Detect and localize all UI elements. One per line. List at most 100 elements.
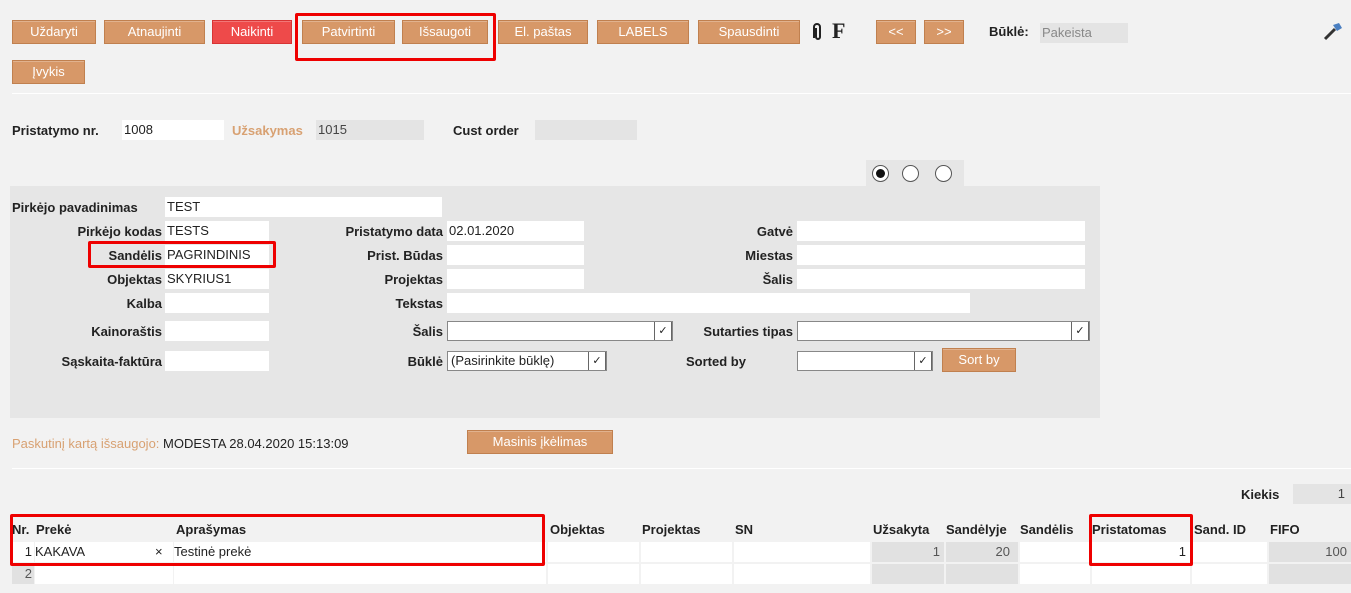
delivery-no-field[interactable]: 1008 [122, 120, 224, 140]
cancel-button[interactable]: Naikinti [212, 20, 292, 44]
cust-order-field [535, 120, 637, 140]
invoice-field[interactable] [165, 351, 269, 371]
pricelist-label: Kainoraštis [91, 324, 162, 339]
view-radio-3[interactable] [935, 165, 952, 182]
invoice-label: Sąskaita-faktūra [61, 354, 162, 369]
row1-ordered: 1 [872, 542, 944, 562]
row1-object[interactable] [548, 542, 639, 562]
item-description-highlight [10, 514, 545, 566]
row2-ordered [872, 564, 944, 584]
row1-fifo: 100 [1269, 542, 1351, 562]
print-button[interactable]: Spausdinti [698, 20, 800, 44]
last-saved-value: MODESTA 28.04.2020 15:13:09 [163, 436, 349, 451]
chevron-down-icon: ✓ [588, 352, 606, 370]
delivery-date-label: Pristatymo data [345, 224, 443, 239]
row1-project[interactable] [641, 542, 732, 562]
delivering-highlight [1089, 514, 1193, 566]
row2-wh-id[interactable] [1192, 564, 1267, 584]
city-label: Miestas [745, 248, 793, 263]
status-field-label: Būklė [407, 354, 443, 369]
street-label: Gatvė [756, 224, 793, 239]
buyer-code-field[interactable]: TESTS [165, 221, 269, 241]
email-button[interactable]: El. paštas [498, 20, 588, 44]
row2-delivering[interactable] [1092, 564, 1190, 584]
sort-by-button[interactable]: Sort by [942, 348, 1016, 372]
mass-import-button[interactable]: Masinis įkėlimas [467, 430, 613, 454]
divider [12, 468, 1351, 469]
contract-type-label: Sutarties tipas [703, 324, 793, 339]
buyer-name-label: Pirkėjo pavadinimas [12, 200, 138, 215]
event-button[interactable]: Įvykis [12, 60, 85, 84]
row2-description[interactable] [174, 564, 546, 584]
row2-nr: 2 [12, 564, 34, 584]
col-sn: SN [735, 522, 754, 537]
status-select-value: (Pasirinkite būklę) [451, 353, 555, 368]
pricelist-field[interactable] [165, 321, 269, 341]
row1-warehouse[interactable] [1020, 542, 1090, 562]
row2-sn[interactable] [734, 564, 870, 584]
delivery-method-field[interactable] [447, 245, 584, 265]
contract-type-select[interactable]: ✓ [797, 321, 1090, 341]
delivery-date-field[interactable]: 02.01.2020 [447, 221, 584, 241]
highlight-box [295, 13, 496, 61]
quantity-label: Kiekis [1241, 487, 1280, 502]
divider [12, 93, 1351, 94]
status-label: Būklė: [989, 24, 1029, 39]
buyer-code-label: Pirkėjo kodas [77, 224, 162, 239]
row2-object[interactable] [548, 564, 639, 584]
country-label: Šalis [412, 324, 443, 339]
last-saved-label: Paskutinį kartą išsaugojo: [12, 436, 160, 451]
quantity-field: 1 [1293, 484, 1351, 504]
sorted-by-select[interactable]: ✓ [797, 351, 933, 371]
row1-in-warehouse: 20 [946, 542, 1018, 562]
row2-in-warehouse [946, 564, 1018, 584]
delivery-method-label: Prist. Būdas [367, 248, 443, 263]
col-project: Projektas [642, 522, 701, 537]
object-field[interactable]: SKYRIUS1 [165, 269, 269, 289]
language-label: Kalba [126, 296, 162, 311]
order-no-field: 1015 [316, 120, 424, 140]
last-saved: Paskutinį kartą išsaugojo: MODESTA 28.04… [12, 436, 349, 451]
row1-wh-id[interactable] [1192, 542, 1267, 562]
f-icon[interactable]: F [832, 18, 845, 44]
chevron-down-icon: ✓ [1071, 322, 1089, 340]
status-value: Pakeista [1040, 23, 1128, 43]
order-label[interactable]: Užsakymas [232, 123, 303, 138]
close-button[interactable]: Uždaryti [12, 20, 96, 44]
city-field[interactable] [797, 245, 1085, 265]
refresh-button[interactable]: Atnaujinti [104, 20, 205, 44]
delivery-no-label: Pristatymo nr. [12, 123, 99, 138]
language-field[interactable] [165, 293, 269, 313]
country2-field[interactable] [797, 269, 1085, 289]
labels-button[interactable]: LABELS [597, 20, 689, 44]
chevron-down-icon: ✓ [914, 352, 932, 370]
col-fifo: FIFO [1270, 522, 1300, 537]
paperclip-icon[interactable] [808, 20, 826, 44]
object-label: Objektas [107, 272, 162, 287]
project-label: Projektas [384, 272, 443, 287]
sorted-by-label: Sorted by [686, 354, 746, 369]
project-field[interactable] [447, 269, 584, 289]
view-radio-2[interactable] [902, 165, 919, 182]
row2-item[interactable] [35, 564, 173, 584]
view-radio-1[interactable] [872, 165, 889, 182]
col-wh-id: Sand. ID [1194, 522, 1247, 537]
col-ordered: Užsakyta [873, 522, 930, 537]
street-field[interactable] [797, 221, 1085, 241]
hammer-icon[interactable] [1322, 20, 1344, 42]
buyer-name-field[interactable]: TEST [165, 197, 442, 217]
row1-sn[interactable] [734, 542, 870, 562]
row2-warehouse[interactable] [1020, 564, 1090, 584]
text-label: Tekstas [395, 296, 443, 311]
status-select[interactable]: (Pasirinkite būklę) ✓ [447, 351, 607, 371]
country2-label: Šalis [762, 272, 793, 287]
next-button[interactable]: >> [924, 20, 964, 44]
col-in-warehouse: Sandėlyje [946, 522, 1007, 537]
prev-button[interactable]: << [876, 20, 916, 44]
row2-fifo [1269, 564, 1351, 584]
row2-project[interactable] [641, 564, 732, 584]
col-object: Objektas [550, 522, 605, 537]
text-field[interactable] [447, 293, 970, 313]
warehouse-highlight [88, 241, 276, 268]
cust-order-label: Cust order [453, 123, 519, 138]
